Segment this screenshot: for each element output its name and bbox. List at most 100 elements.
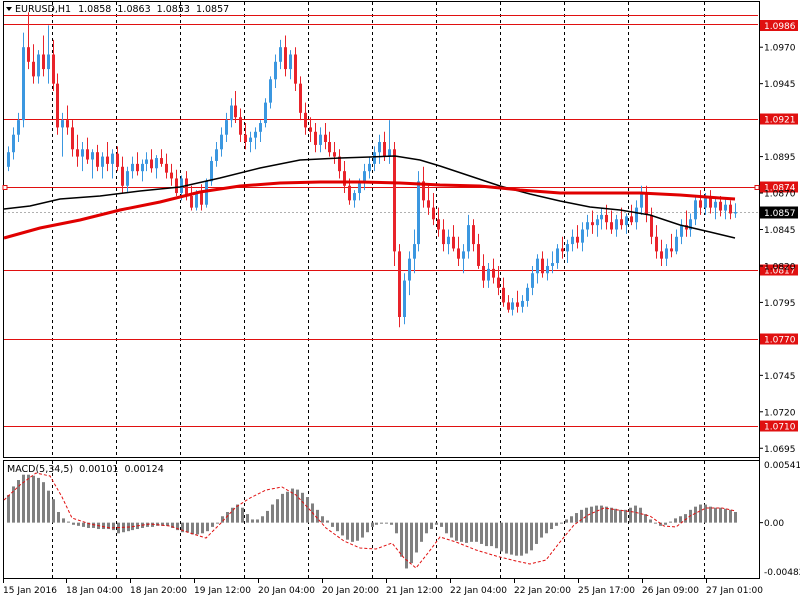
candle-body (660, 251, 663, 259)
macd-histogram-bar (296, 489, 299, 523)
candle-body (101, 156, 104, 167)
candle-body (452, 236, 455, 249)
candle-body (541, 258, 544, 274)
candle-body (516, 302, 519, 307)
macd-histogram-bar (32, 475, 35, 523)
candle-body (324, 134, 327, 142)
macd-histogram-bar (485, 522, 488, 547)
macd-histogram-bar (475, 522, 478, 542)
level-anchor-left (2, 185, 8, 190)
candle-body (556, 248, 559, 264)
macd-histogram-bar (326, 520, 329, 523)
candle-body (462, 251, 465, 259)
candle-body (343, 171, 346, 186)
macd-histogram-bar (112, 522, 115, 531)
candle-body (551, 263, 554, 266)
price-tick-label: 1.0720 (764, 408, 796, 418)
candle-body (91, 152, 94, 160)
macd-histogram-bar (191, 522, 194, 535)
candle-body (581, 229, 584, 243)
macd-histogram-bar (460, 522, 463, 542)
macd-histogram-bar (540, 522, 543, 538)
macd-histogram-bar (709, 506, 712, 523)
symbol-name: EURUSD,H1 (15, 4, 71, 15)
chart-canvas[interactable]: 1.09921.09861.09211.08741.08171.07701.07… (0, 0, 800, 600)
candle-body (239, 117, 242, 135)
macd-histogram-bar (610, 507, 613, 523)
candle-body (145, 159, 148, 164)
macd-histogram-bar (216, 522, 219, 524)
candle-body (42, 54, 45, 70)
candle-body (116, 153, 119, 167)
candle-body (526, 287, 529, 301)
macd-histogram-bar (256, 519, 259, 523)
macd-header: MACD(5,34,5) 0.00101 0.00124 (7, 464, 164, 475)
candle-body (610, 222, 613, 230)
macd-histogram-bar (535, 522, 538, 544)
macd-histogram-bar (77, 522, 80, 526)
macd-histogram-bar (221, 516, 224, 523)
chart-window[interactable]: 1.09921.09861.09211.08741.08171.07701.07… (0, 0, 800, 600)
macd-histogram-bar (206, 522, 209, 532)
candle-body (348, 185, 351, 201)
candle-body (680, 225, 683, 237)
candle-body (531, 273, 534, 288)
candle-body (190, 195, 193, 208)
macd-histogram-bar (694, 506, 697, 523)
candle-body (546, 265, 549, 274)
macd-histogram-bar (42, 482, 45, 523)
candle-body (472, 225, 475, 245)
candle-body (136, 163, 139, 172)
candle-body (655, 236, 658, 252)
macd-histogram-bar (201, 522, 204, 534)
macd-histogram-bar (714, 507, 717, 523)
candle-body (625, 216, 628, 226)
candle (393, 142, 396, 266)
candle-body (492, 268, 495, 278)
candle-body (37, 54, 40, 77)
candle-body (294, 54, 297, 84)
price-tick-label: 1.0795 (764, 299, 796, 309)
candle-body (620, 219, 623, 226)
candle-body (304, 112, 307, 128)
candle (205, 178, 208, 208)
candle-body (368, 163, 371, 172)
macd-histogram-bar (545, 522, 548, 534)
macd-histogram-bar (495, 522, 498, 549)
candle-body (487, 268, 490, 281)
macd-histogram-bar (654, 522, 657, 524)
candle-body (502, 287, 505, 303)
candle-body (670, 248, 673, 252)
macd-histogram-bar (211, 522, 214, 527)
candle-body (437, 219, 440, 230)
macd-signal-value: 0.00124 (124, 464, 163, 475)
candle-body (274, 61, 277, 80)
price-tick-label: 1.0695 (764, 445, 796, 455)
candle-body (432, 207, 435, 220)
macd-histogram-bar (505, 522, 508, 554)
candle-body (615, 219, 618, 230)
candle-body (299, 83, 302, 113)
candle-body (66, 120, 69, 128)
macd-histogram-bar (351, 522, 354, 542)
macd-histogram-bar (405, 522, 408, 569)
candle-body (314, 131, 317, 145)
candle-body (284, 47, 287, 70)
candle-body (170, 172, 173, 179)
macd-histogram-bar (500, 522, 503, 552)
time-label: 20 Jan 20:00 (322, 586, 379, 596)
candle-body (234, 105, 237, 118)
candle-body (353, 193, 356, 201)
time-label: 27 Jan 01:00 (706, 586, 763, 596)
candle-body (264, 102, 267, 124)
macd-histogram-bar (395, 522, 398, 534)
macd-histogram-bar (346, 522, 349, 540)
candle-body (373, 152, 376, 164)
macd-histogram-bar (465, 522, 468, 543)
macd-label: MACD(5,34,5) (7, 464, 73, 475)
macd-histogram-bar (704, 504, 707, 523)
macd-histogram-bar (286, 491, 289, 523)
candle-body (665, 248, 668, 259)
candle-body (61, 120, 64, 128)
candle-body (27, 47, 30, 62)
